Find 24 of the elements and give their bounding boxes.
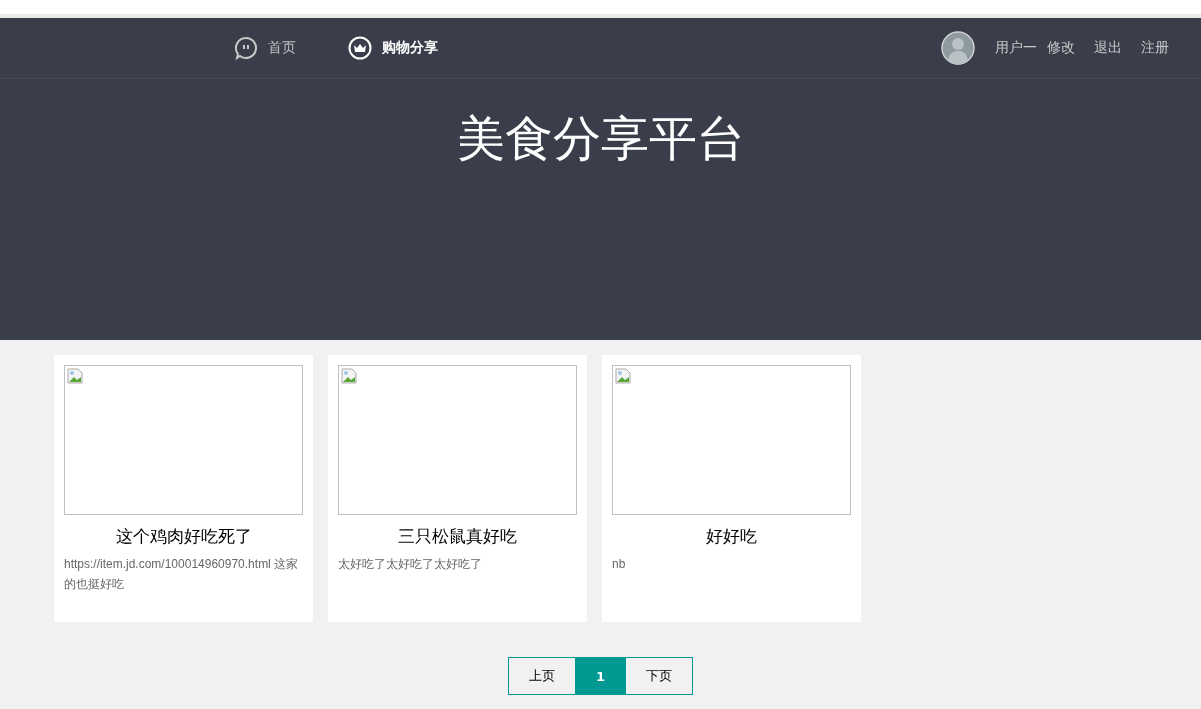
post-title: 这个鸡肉好吃死了	[114, 525, 253, 548]
nav-tab[interactable]: 首页	[234, 36, 296, 60]
user-link[interactable]: 退出	[1094, 39, 1122, 57]
crown-icon	[348, 36, 372, 60]
broken-image-icon	[615, 368, 631, 384]
post-card[interactable]: 三只松鼠真好吃 太好吃了太好吃了太好吃了	[328, 355, 587, 622]
user-name: 用户一	[995, 39, 1037, 57]
post-card[interactable]: 好好吃 nb	[602, 355, 861, 622]
user-link[interactable]: 注册	[1141, 39, 1169, 57]
site-title: 美食分享平台	[455, 109, 746, 168]
avatar-icon[interactable]	[941, 31, 975, 65]
post-text: nb	[612, 556, 627, 573]
post-title: 三只松鼠真好吃	[397, 525, 518, 548]
page-button[interactable]: 下页	[625, 657, 693, 695]
user-link[interactable]: 修改	[1047, 39, 1075, 57]
post-text: 太好吃了太好吃了太好吃了	[338, 556, 483, 573]
post-card[interactable]: 这个鸡肉好吃死了 https://item.jd.com/100014960970.html 这家的也挺好吃	[54, 355, 313, 622]
chat-bubble-icon	[234, 36, 258, 60]
post-text: https://item.jd.com/100014960970.html 这家的也挺好吃	[64, 556, 300, 593]
post-title: 好好吃	[705, 525, 758, 548]
broken-image-icon	[341, 368, 357, 384]
nav-tab[interactable]: 购物分享	[348, 36, 438, 60]
page-button[interactable]: 上页	[507, 657, 575, 695]
broken-image-icon	[67, 368, 83, 384]
